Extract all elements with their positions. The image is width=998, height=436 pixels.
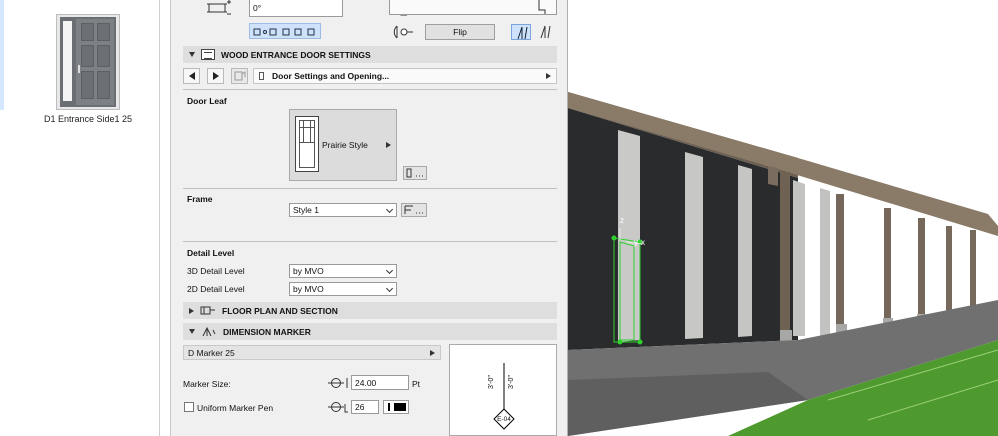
collapse-arrow-icon <box>189 329 195 334</box>
page-options-button[interactable] <box>231 68 248 84</box>
submenu-arrow-icon <box>430 350 435 356</box>
submenu-arrow-icon <box>386 142 391 148</box>
mirror-left-button[interactable] <box>511 24 531 40</box>
door-leaf-heading: Door Leaf <box>187 96 227 106</box>
chevron-down-icon <box>385 266 394 275</box>
marker-tag: E-04 <box>497 416 511 423</box>
detail-2d-value: by MVO <box>293 284 324 294</box>
marker-dim-text-1: 3'-0" <box>488 375 495 389</box>
collapse-arrow-icon <box>189 52 195 57</box>
axis-x-label: x <box>641 238 645 247</box>
door-leaf-options-button[interactable] <box>403 166 427 180</box>
pane-divider <box>159 0 160 436</box>
uniform-marker-pen-label: Uniform Marker Pen <box>197 403 274 413</box>
expand-arrow-icon <box>189 307 194 314</box>
marker-preview: 3'-0" 3'-0" E-04 <box>449 344 557 436</box>
axis-z-label: z <box>620 216 624 225</box>
flip-label: Flip <box>453 27 467 37</box>
door-panel <box>81 23 94 41</box>
angle-value: 0° <box>253 3 262 13</box>
door-panel <box>97 23 110 41</box>
uniform-marker-pen-checkbox[interactable] <box>184 402 194 412</box>
pen-number-value: 26 <box>355 402 365 412</box>
door-panel <box>97 71 110 99</box>
dimension-marker-icon <box>201 326 217 338</box>
section-title: WOOD ENTRANCE DOOR SETTINGS <box>221 49 371 60</box>
angle-icon <box>205 0 233 16</box>
floor-plan-icon <box>200 305 216 316</box>
selection-stripe <box>0 0 4 110</box>
mirror-right-button[interactable] <box>535 24 555 40</box>
expand-arrow-icon <box>546 73 551 79</box>
marker-size-label: Marker Size: <box>183 379 231 389</box>
axis-y-label: y <box>634 238 638 247</box>
door-panel <box>81 71 94 99</box>
detail-3d-label: 3D Detail Level <box>187 266 245 276</box>
page-selector-dropdown[interactable]: Door Settings and Opening... <box>253 68 557 84</box>
frame-style-value: Style 1 <box>293 205 319 215</box>
detail-2d-dropdown[interactable]: by MVO <box>289 282 397 296</box>
marker-size-value: 24.00 <box>355 377 377 388</box>
next-page-button[interactable] <box>207 68 224 84</box>
divider <box>183 89 557 90</box>
flip-button[interactable]: Flip <box>425 24 495 40</box>
door-leaf-style-name: Prairie Style <box>322 140 368 150</box>
marker-size-unit: Pt <box>412 379 421 389</box>
section-wood-entrance[interactable]: WOOD ENTRANCE DOOR SETTINGS <box>183 46 557 63</box>
detail-2d-label: 2D Detail Level <box>187 284 245 294</box>
frame-heading: Frame <box>187 194 213 204</box>
pen-number-input[interactable]: 26 <box>351 400 379 414</box>
door-panel <box>97 45 110 67</box>
library-item-name: D1 Entrance Side1 25 <box>43 114 133 124</box>
detail-3d-dropdown[interactable]: by MVO <box>289 264 397 278</box>
door-style-thumbnail <box>295 116 319 172</box>
section-title: FLOOR PLAN AND SECTION <box>222 305 338 316</box>
section-floor-plan[interactable]: FLOOR PLAN AND SECTION <box>183 302 557 319</box>
chevron-down-icon <box>385 284 394 293</box>
marker-size-input[interactable]: 24.00 <box>351 375 409 390</box>
door-settings-panel: 0° Flip WOOD ENTRANCE DOOR SETTINGS Door… <box>170 0 568 436</box>
marker-dim-text-2: 3'-0" <box>508 375 515 389</box>
swing-icon <box>391 24 415 40</box>
door-panel <box>81 45 94 67</box>
door-handle-graphic <box>78 65 80 73</box>
sidelight-graphic <box>63 21 72 101</box>
page-icon <box>259 72 264 80</box>
door-leaf-style-picker[interactable]: Prairie Style <box>289 109 397 181</box>
opening-right-icon <box>533 0 549 16</box>
library-preview-pane: D1 Entrance Side1 25 <box>0 0 160 436</box>
3d-view[interactable]: z y x <box>568 0 998 436</box>
angle-input[interactable]: 0° <box>249 0 343 17</box>
section-title: DIMENSION MARKER <box>223 326 311 337</box>
anchor-point-selector[interactable] <box>249 23 321 39</box>
frame-options-button[interactable] <box>401 203 427 217</box>
marker-type-selector[interactable]: D Marker 25 <box>183 345 441 360</box>
pen-icon <box>327 400 349 414</box>
marker-type-value: D Marker 25 <box>188 347 235 358</box>
detail-3d-value: by MVO <box>293 266 324 276</box>
page-selector-value: Door Settings and Opening... <box>272 71 390 81</box>
door-settings-icon <box>201 49 215 60</box>
divider <box>183 188 557 189</box>
opening-preview <box>389 0 557 15</box>
chevron-down-icon <box>385 205 394 214</box>
marker-size-icon <box>327 376 349 390</box>
frame-style-dropdown[interactable]: Style 1 <box>289 203 397 217</box>
divider <box>183 241 557 242</box>
section-dimension-marker[interactable]: DIMENSION MARKER <box>183 323 557 340</box>
prev-page-button[interactable] <box>183 68 200 84</box>
pen-color-swatch[interactable] <box>383 400 409 414</box>
left-arrow-icon <box>188 72 195 80</box>
door-thumbnail[interactable] <box>56 14 120 110</box>
right-arrow-icon <box>212 72 219 80</box>
detail-level-heading: Detail Level <box>187 248 235 258</box>
